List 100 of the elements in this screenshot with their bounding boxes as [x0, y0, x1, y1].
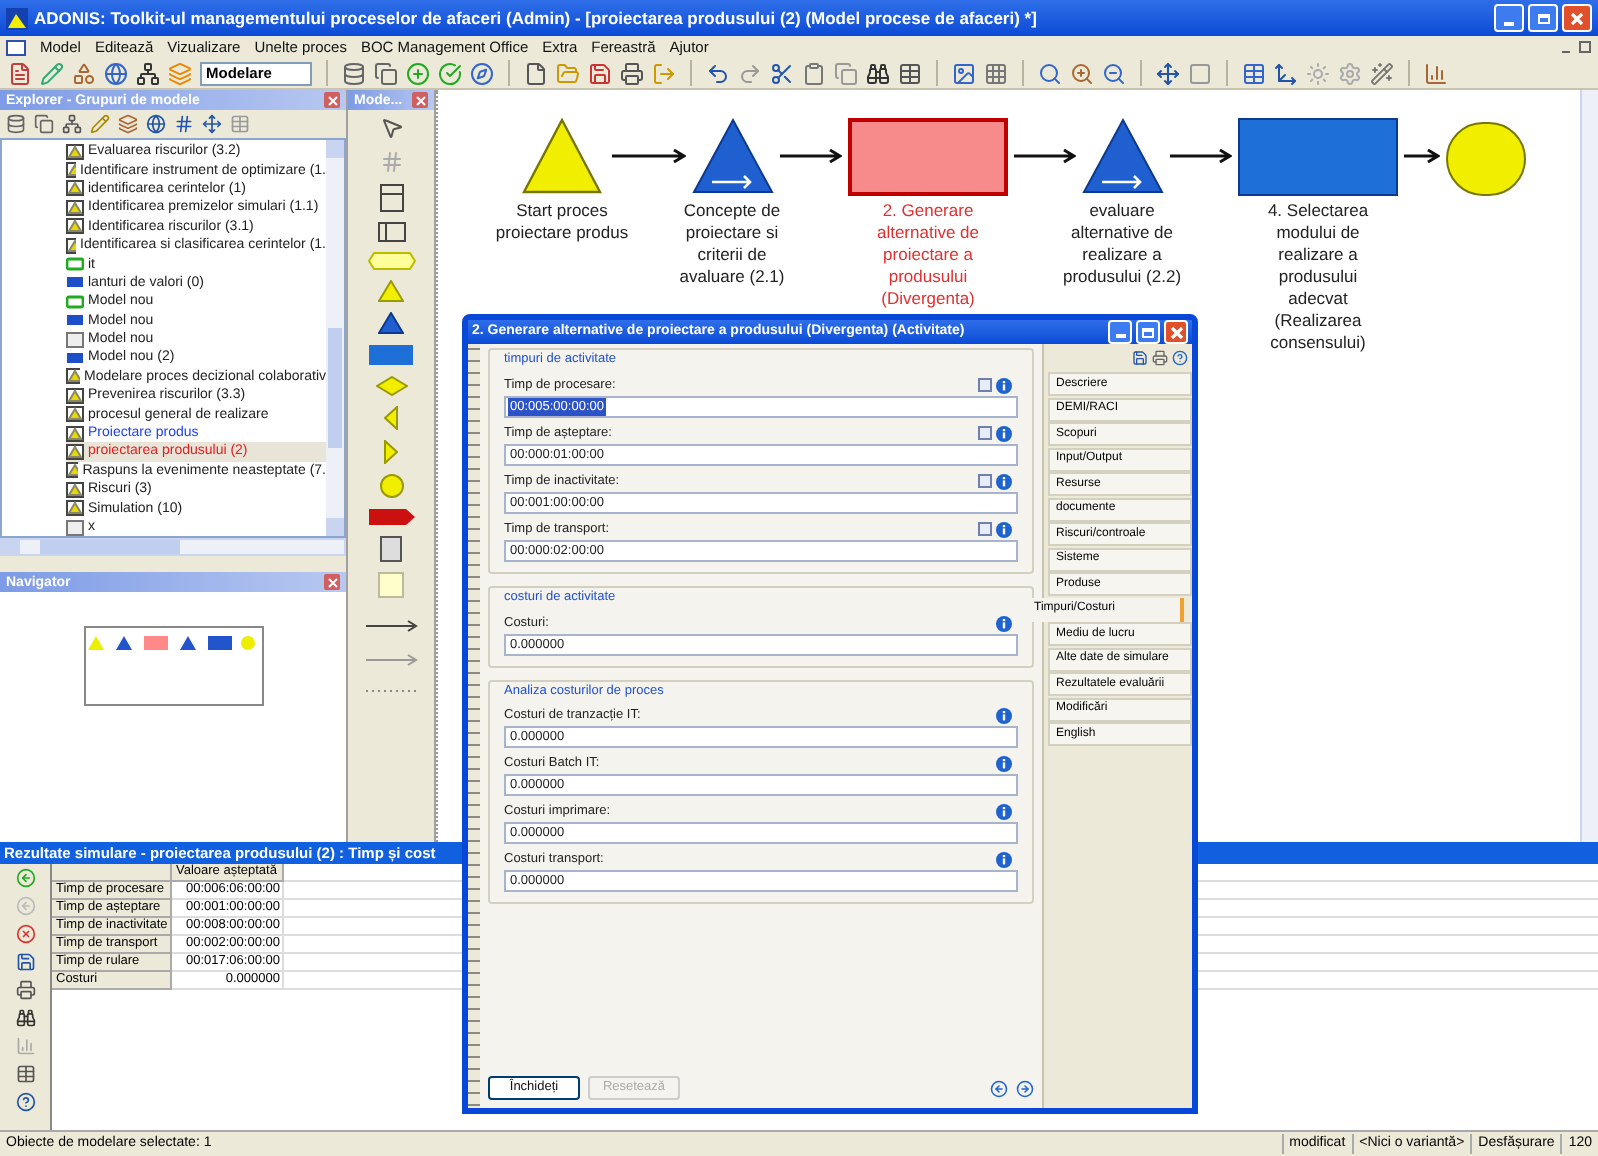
shapes-icon[interactable] — [72, 61, 96, 85]
circle-icon[interactable] — [379, 474, 403, 498]
checkbox[interactable] — [978, 378, 992, 393]
vertical-scrollbar[interactable] — [326, 140, 344, 537]
check-circle-icon[interactable] — [438, 61, 462, 85]
model-icon — [66, 387, 84, 404]
window-title: ADONIS: Toolkit-ul managementului proceselor de afaceri (Admin) - [proiectarea produsului (2) (Model procese de afaceri) *] — [34, 5, 1039, 31]
save-icon[interactable] — [588, 61, 612, 85]
search-icon[interactable] — [1038, 61, 1062, 85]
table-icon[interactable] — [898, 61, 922, 85]
delete-icon[interactable] — [15, 924, 35, 944]
pencil-icon[interactable] — [40, 61, 64, 85]
binoculars-icon[interactable] — [866, 61, 890, 85]
app-icon — [6, 7, 28, 29]
diamond-icon[interactable] — [375, 376, 407, 396]
zoom-in-icon[interactable] — [1070, 61, 1094, 85]
model-icon — [66, 425, 84, 442]
horizontal-scrollbar[interactable] — [0, 538, 346, 557]
model-icon — [66, 443, 84, 460]
close-icon — [327, 577, 337, 588]
copy-icon[interactable] — [834, 61, 858, 85]
vertical-scrollbar[interactable] — [1580, 90, 1598, 842]
close-button[interactable] — [324, 574, 340, 591]
rectangle-icon[interactable] — [380, 536, 402, 562]
wand-icon[interactable] — [1370, 61, 1394, 85]
subprocess-triangle-shape — [692, 118, 774, 194]
redo-icon[interactable] — [738, 61, 762, 85]
save-icon[interactable] — [1132, 350, 1148, 366]
checkbox[interactable] — [978, 474, 992, 489]
checkbox[interactable] — [978, 426, 992, 441]
previous-icon[interactable] — [990, 1079, 1008, 1097]
close-button[interactable] — [324, 92, 340, 108]
model-icon — [66, 406, 84, 423]
grid-icon[interactable] — [984, 61, 1008, 85]
swimlane-icon[interactable] — [377, 222, 405, 242]
node-label: Start proces proiectare produs — [493, 200, 631, 244]
close-button[interactable] — [1562, 4, 1592, 32]
right-triangle-icon[interactable] — [384, 440, 398, 464]
scissors-icon[interactable] — [770, 61, 794, 85]
model-icon — [66, 481, 84, 498]
swimlane-icon[interactable] — [379, 184, 403, 212]
new-file-icon[interactable] — [524, 61, 548, 85]
move-icon[interactable] — [1156, 61, 1180, 85]
close-icon — [415, 95, 425, 105]
layers-icon[interactable] — [118, 114, 138, 134]
save-icon[interactable] — [15, 952, 35, 972]
node-label: 2. Generare alternative de proiectare a produsului (Divergenta) — [874, 200, 982, 310]
next-icon[interactable] — [1016, 1079, 1034, 1097]
close-button[interactable] — [412, 92, 428, 108]
maximize-button[interactable] — [1136, 320, 1160, 344]
globe-icon[interactable] — [104, 61, 128, 85]
chart-icon[interactable] — [1424, 61, 1448, 85]
connector-arrow — [1014, 148, 1076, 164]
rectangle-icon[interactable] — [368, 344, 414, 366]
close-icon — [1169, 325, 1183, 339]
checkbox[interactable] — [978, 522, 992, 537]
binoculars-icon[interactable] — [15, 1008, 35, 1028]
plus-circle-icon[interactable] — [406, 61, 430, 85]
document-icon[interactable] — [8, 61, 32, 85]
globe-icon[interactable] — [146, 114, 166, 134]
dotted-line-icon[interactable] — [365, 688, 417, 694]
image-icon[interactable] — [952, 61, 976, 85]
help-icon[interactable] — [15, 1092, 35, 1112]
table-icon[interactable] — [1242, 61, 1266, 85]
printer-icon[interactable] — [1152, 350, 1168, 366]
restore-icon[interactable] — [1560, 40, 1592, 54]
clipboard-icon[interactable] — [802, 61, 826, 85]
connector-arrow — [1404, 148, 1440, 164]
database-icon[interactable] — [6, 114, 26, 134]
table-icon[interactable] — [15, 1064, 35, 1084]
triangle-icon[interactable] — [378, 312, 404, 334]
pointer-icon[interactable] — [379, 116, 403, 140]
close-button[interactable] — [1164, 320, 1188, 344]
compass-icon[interactable] — [470, 61, 494, 85]
arrow-icon[interactable] — [365, 620, 417, 632]
copy-icon[interactable] — [374, 61, 398, 85]
minimize-button[interactable] — [1494, 4, 1524, 32]
close-icon — [327, 95, 337, 105]
node-label: 4. Selectarea modului de realizare a produsului adecvat (Realizarea consensului) — [1265, 200, 1371, 354]
model-icon — [66, 199, 84, 216]
network-icon[interactable] — [62, 114, 82, 134]
undo-icon[interactable] — [706, 61, 730, 85]
arrow-shape-icon[interactable] — [367, 508, 415, 526]
network-icon[interactable] — [136, 61, 160, 85]
connector-arrow — [780, 148, 842, 164]
node-label: Concepte de proiectare si criterii de avaluare (2.1) — [677, 200, 787, 288]
maximize-button[interactable] — [1528, 4, 1558, 32]
axes-icon[interactable] — [1274, 61, 1298, 85]
printer-icon[interactable] — [620, 61, 644, 85]
move-icon[interactable] — [202, 114, 222, 134]
minimize-button[interactable] — [1108, 320, 1132, 344]
left-triangle-icon[interactable] — [384, 406, 398, 430]
printer-icon[interactable] — [15, 980, 35, 1000]
hash-icon[interactable] — [174, 114, 194, 134]
back-icon[interactable] — [15, 868, 35, 888]
pencil-icon[interactable] — [90, 114, 110, 134]
database-icon[interactable] — [342, 61, 366, 85]
square-icon[interactable] — [1188, 61, 1212, 85]
zoom-out-icon[interactable] — [1102, 61, 1126, 85]
copy-icon[interactable] — [34, 114, 54, 134]
